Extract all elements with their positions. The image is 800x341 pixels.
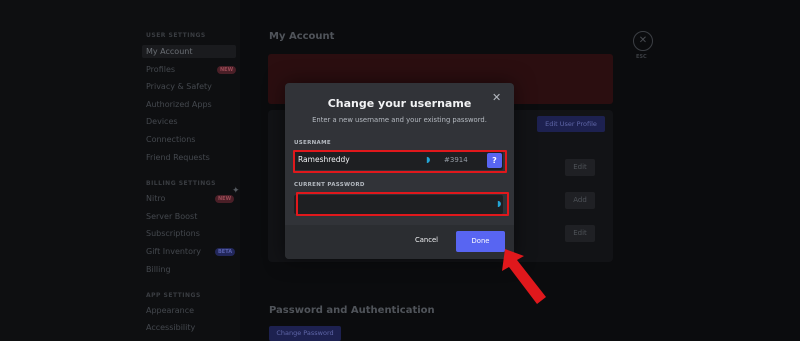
- sparkle-icon: ✦: [232, 186, 240, 196]
- sidebar-item-authorized-apps[interactable]: Authorized Apps: [146, 100, 212, 109]
- sidebar-item-subscriptions[interactable]: Subscriptions: [146, 229, 200, 238]
- sidebar-item-my-account[interactable]: My Account: [142, 45, 236, 58]
- cancel-button[interactable]: Cancel: [415, 236, 438, 244]
- sidebar-item-connections[interactable]: Connections: [146, 135, 195, 144]
- modal-subtitle: Enter a new username and your existing p…: [312, 116, 487, 124]
- password-highlight: [296, 192, 509, 216]
- change-password-button[interactable]: Change Password: [269, 326, 341, 341]
- sidebar-item-billing[interactable]: Billing: [146, 265, 171, 274]
- sidebar-item-gift-inventory[interactable]: Gift Inventory: [146, 247, 201, 256]
- edit-phone-button[interactable]: Edit: [565, 225, 595, 242]
- esc-label: ESC: [636, 54, 647, 60]
- current-password-label: CURRENT PASSWORD: [294, 182, 365, 188]
- sidebar-item-accessibility[interactable]: Accessibility: [146, 323, 195, 332]
- sidebar-heading-app: APP SETTINGS: [146, 292, 201, 299]
- new-badge: NEW: [217, 66, 237, 74]
- username-highlight: [293, 150, 507, 173]
- close-icon[interactable]: ✕: [492, 91, 501, 104]
- beta-badge: BETA: [215, 248, 236, 256]
- new-badge: NEW: [215, 195, 235, 203]
- red-arrow: [502, 249, 546, 304]
- change-username-modal: Change your username ✕ Enter a new usern…: [285, 83, 514, 259]
- settings-sidebar: USER SETTINGS My Account Profiles NEW Pr…: [0, 0, 240, 341]
- sidebar-item-appearance[interactable]: Appearance: [146, 306, 194, 315]
- sidebar-item-privacy[interactable]: Privacy & Safety: [146, 82, 212, 91]
- edit-username-button[interactable]: Edit: [565, 159, 595, 176]
- username-label: USERNAME: [294, 140, 331, 146]
- sidebar-item-friend-requests[interactable]: Friend Requests: [146, 153, 210, 162]
- close-icon[interactable]: ✕: [633, 31, 653, 51]
- sidebar-item-profiles[interactable]: Profiles: [146, 65, 175, 74]
- sidebar-item-devices[interactable]: Devices: [146, 117, 178, 126]
- sidebar-item-nitro[interactable]: Nitro: [146, 194, 165, 203]
- sidebar-heading-user: USER SETTINGS: [146, 32, 206, 39]
- page-title: My Account: [269, 31, 335, 42]
- modal-footer: Cancel Done: [285, 225, 514, 259]
- section-title: Password and Authentication: [269, 305, 435, 316]
- done-button[interactable]: Done: [456, 231, 505, 252]
- modal-title: Change your username: [327, 97, 472, 110]
- sidebar-item-server-boost[interactable]: Server Boost: [146, 212, 197, 221]
- edit-user-profile-button[interactable]: Edit User Profile: [537, 116, 605, 132]
- sidebar-heading-billing: BILLING SETTINGS: [146, 180, 216, 187]
- add-email-button[interactable]: Add: [565, 192, 595, 209]
